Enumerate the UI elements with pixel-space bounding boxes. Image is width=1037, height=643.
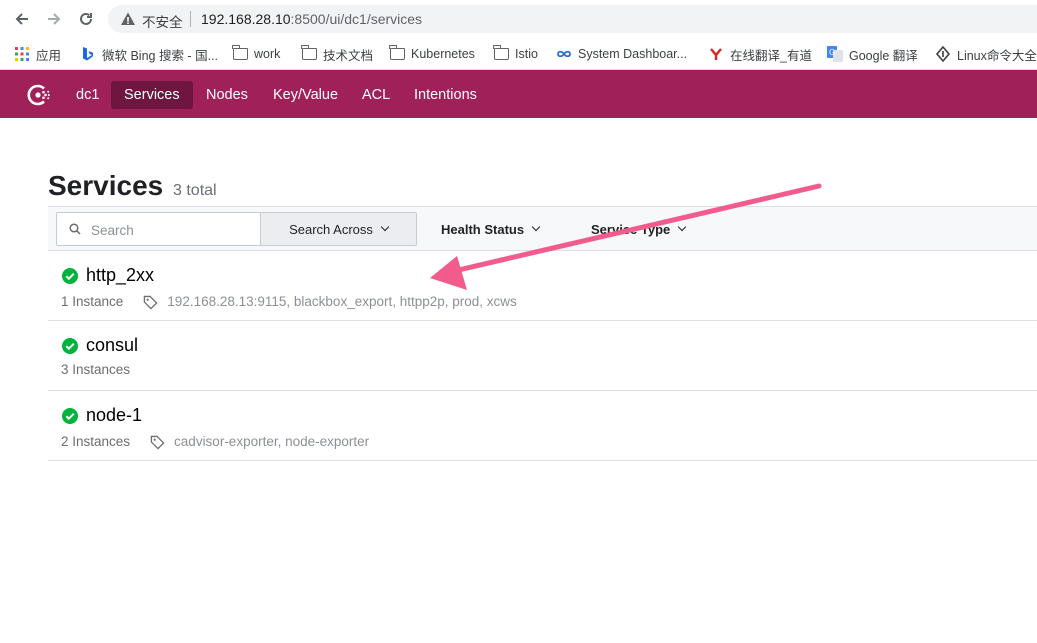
tag-icon [144, 295, 158, 310]
bookmark-kubernetes[interactable]: Kubernetes [389, 45, 475, 63]
bookmark-label: Kubernetes [411, 47, 475, 61]
search-icon [69, 223, 81, 235]
filter-bar: Search Across Health Status Service Type [48, 206, 1037, 251]
nav-services[interactable]: Services [111, 81, 193, 109]
bookmark-label: 技术文档 [323, 48, 374, 63]
service-tags: 192.168.28.13:9115, blackbox_export, htt… [167, 293, 517, 309]
check-circle-icon [62, 338, 78, 354]
page-title: Services 3 total [48, 170, 217, 202]
service-type-dropdown[interactable]: Service Type [591, 212, 687, 246]
service-meta: 3 Instances [61, 362, 130, 377]
bookmark-label: System Dashboar... [578, 47, 688, 61]
service-row[interactable]: node-1 2 Instances cadvisor-exporter, no… [48, 391, 1037, 461]
bookmark-label: 微软 Bing 搜索 - 国... [102, 48, 218, 63]
url-host: 192.168.28.10 [201, 11, 291, 27]
nav-key-value[interactable]: Key/Value [260, 81, 351, 109]
consul-top-nav: dc1 Services Nodes Key/Value ACL Intenti… [0, 70, 1037, 118]
check-circle-icon [62, 408, 78, 424]
youdao-icon [708, 46, 724, 62]
address-divider [190, 11, 191, 27]
search-across-label: Search Across [289, 221, 373, 237]
bookmark-linux-commands[interactable]: Linux命令大全 [935, 45, 1037, 63]
nav-acl[interactable]: ACL [349, 81, 403, 109]
check-circle-icon [62, 268, 78, 284]
service-meta: 1 Instance 192.168.28.13:9115, blackbox_… [61, 292, 517, 310]
service-name[interactable]: http_2xx [86, 265, 154, 286]
consul-logo-icon[interactable] [24, 81, 52, 109]
search-across-dropdown[interactable]: Search Across [260, 212, 417, 246]
warning-icon[interactable] [120, 11, 136, 27]
forward-icon[interactable] [44, 9, 64, 29]
bookmark-label: Google 翻译 [849, 48, 918, 63]
bookmarks-bar: 应用 微软 Bing 搜索 - 国... work 技术文档 Kubernete… [0, 38, 1037, 70]
chevron-down-icon [380, 222, 390, 232]
bookmark-youdao[interactable]: 在线翻译_有道 [708, 45, 812, 63]
service-meta: 2 Instances cadvisor-exporter, node-expo… [61, 432, 369, 450]
instance-count: 3 Instances [61, 362, 131, 377]
folder-icon [301, 45, 317, 62]
service-row[interactable]: consul 3 Instances [48, 321, 1037, 391]
bookmark-label: 在线翻译_有道 [730, 48, 812, 63]
bookmark-label: work [254, 47, 281, 61]
instance-count: 1 Instance [61, 293, 124, 309]
bookmark-google-translate[interactable]: G Google 翻译 [827, 45, 918, 63]
bookmark-tech-docs[interactable]: 技术文档 [301, 45, 373, 63]
security-label[interactable]: 不安全 [142, 11, 183, 31]
service-tags: cadvisor-exporter, node-exporter [174, 433, 370, 449]
bookmark-system-dashboard[interactable]: System Dashboar... [556, 45, 687, 63]
service-name[interactable]: node-1 [86, 405, 142, 426]
folder-icon [493, 45, 509, 62]
bookmark-label: 应用 [36, 48, 62, 63]
bookmark-label: Linux命令大全 [957, 48, 1037, 63]
linux-icon [935, 46, 951, 62]
browser-toolbar: 不安全 192.168.28.10:8500/ui/dc1/services [0, 0, 1037, 38]
chevron-down-icon [678, 222, 687, 232]
page-title-text: Services [48, 170, 164, 201]
back-icon[interactable] [12, 9, 32, 29]
service-row[interactable]: http_2xx 1 Instance 192.168.28.13:9115, … [48, 251, 1037, 321]
service-list: http_2xx 1 Instance 192.168.28.13:9115, … [48, 251, 1037, 461]
bing-icon [80, 46, 96, 62]
service-type-label: Service Type [591, 221, 671, 237]
health-status-dropdown[interactable]: Health Status [441, 212, 541, 246]
folder-icon [389, 45, 405, 62]
bookmark-apps[interactable]: 应用 [14, 45, 61, 63]
google-translate-icon: G [827, 46, 843, 62]
url-text[interactable]: 192.168.28.10:8500/ui/dc1/services [201, 11, 422, 27]
health-status-label: Health Status [441, 221, 525, 237]
reload-icon[interactable] [76, 9, 96, 29]
search-input[interactable] [91, 220, 251, 240]
bookmark-label: Istio [515, 47, 538, 61]
bookmark-istio[interactable]: Istio [493, 45, 538, 63]
nav-nodes[interactable]: Nodes [193, 81, 261, 109]
url-path: :8500/ui/dc1/services [290, 11, 423, 27]
apps-grid-icon [14, 46, 30, 62]
instance-count: 2 Instances [61, 433, 131, 449]
svg-text:G: G [829, 48, 835, 57]
service-name[interactable]: consul [86, 335, 138, 356]
folder-icon [232, 45, 248, 62]
service-count: 3 total [173, 182, 217, 199]
bookmark-bing[interactable]: 微软 Bing 搜索 - 国... [80, 45, 218, 63]
address-bar[interactable]: 不安全 192.168.28.10:8500/ui/dc1/services [108, 5, 1037, 33]
tag-icon [150, 435, 165, 450]
datacenter-selector[interactable]: dc1 [63, 81, 112, 109]
infinity-icon [556, 46, 572, 62]
chevron-down-icon [531, 222, 541, 232]
search-box[interactable] [56, 212, 261, 246]
nav-intentions[interactable]: Intentions [401, 81, 490, 109]
bookmark-work[interactable]: work [232, 45, 280, 63]
